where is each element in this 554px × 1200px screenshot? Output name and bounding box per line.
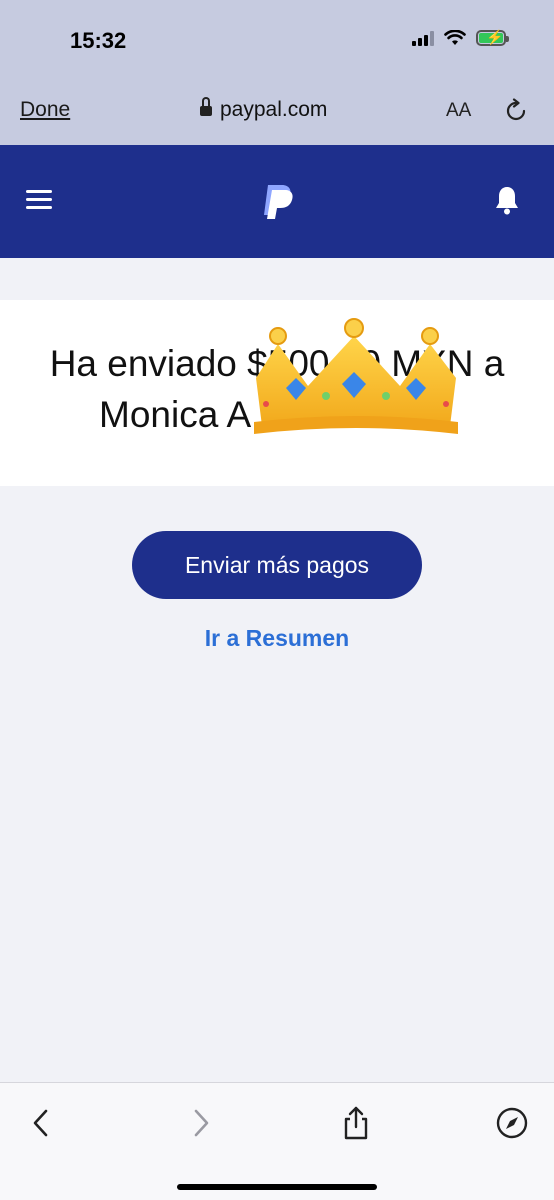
status-time: 15:32: [70, 28, 127, 53]
compass-icon[interactable]: [494, 1105, 530, 1141]
browser-toolbar: [0, 1082, 554, 1200]
back-chevron-icon[interactable]: [24, 1105, 60, 1141]
reload-icon[interactable]: [503, 98, 529, 124]
status-indicators: ⚡: [412, 29, 509, 46]
forward-chevron-icon[interactable]: [182, 1105, 218, 1141]
lock-icon: [200, 97, 212, 117]
share-icon[interactable]: [338, 1105, 374, 1141]
bell-icon[interactable]: [494, 185, 520, 215]
battery-charging-icon: ⚡: [476, 29, 509, 46]
home-indicator: [177, 1184, 377, 1190]
wifi-icon: [444, 30, 466, 45]
paypal-logo-icon: [264, 185, 293, 219]
send-more-payments-button[interactable]: Enviar más pagos: [132, 531, 422, 599]
url-field[interactable]: paypal.com: [200, 97, 328, 122]
browser-chrome: 15:32 ⚡ Done paypal.com AA: [0, 0, 554, 145]
go-to-summary-link[interactable]: Ir a Resumen: [0, 625, 554, 652]
done-button[interactable]: Done: [20, 98, 70, 122]
hamburger-icon[interactable]: [26, 190, 52, 210]
cellular-signal-icon: [412, 30, 434, 46]
address-bar: Done paypal.com AA: [0, 90, 554, 134]
paypal-header: [0, 145, 554, 258]
text-size-button[interactable]: AA: [446, 100, 471, 122]
url-text: paypal.com: [220, 98, 328, 121]
crown-sticker-icon: [254, 318, 458, 434]
